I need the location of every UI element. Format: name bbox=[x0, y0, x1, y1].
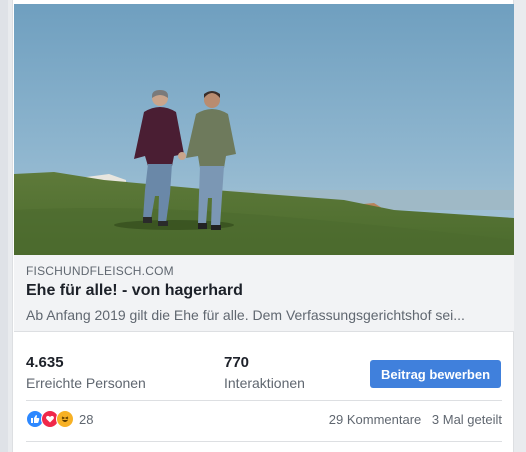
haha-icon bbox=[56, 410, 74, 428]
comments-count[interactable]: 29 Kommentare bbox=[329, 412, 422, 427]
shares-count[interactable]: 3 Mal geteilt bbox=[432, 412, 502, 427]
boost-post-button[interactable]: Beitrag bewerben bbox=[370, 360, 501, 388]
reactions-count[interactable]: 28 bbox=[79, 412, 93, 427]
reactions-summary[interactable]: 28 bbox=[26, 408, 93, 430]
post-insights: 4.635 Erreichte Personen 770 Interaktion… bbox=[14, 332, 514, 400]
interactions-label: Interaktionen bbox=[224, 375, 305, 391]
link-preview-meta[interactable]: FISCHUNDFLEISCH.COM Ehe für alle! - von … bbox=[14, 255, 514, 332]
link-title[interactable]: Ehe für alle! - von hagerhard bbox=[26, 282, 243, 300]
engagement-counts: 29 Kommentare 3 Mal geteilt bbox=[322, 412, 502, 427]
link-description: Ab Anfang 2019 gilt die Ehe für alle. De… bbox=[26, 307, 465, 323]
reach-label: Erreichte Personen bbox=[26, 375, 146, 391]
couple-walking-photo bbox=[14, 4, 514, 255]
divider-top bbox=[26, 400, 502, 401]
interactions-value: 770 bbox=[224, 354, 250, 371]
background-strip bbox=[0, 0, 8, 452]
divider-bottom bbox=[26, 441, 502, 442]
link-preview-image[interactable] bbox=[14, 4, 514, 255]
link-domain: FISCHUNDFLEISCH.COM bbox=[26, 264, 174, 278]
reach-value: 4.635 bbox=[26, 354, 64, 371]
